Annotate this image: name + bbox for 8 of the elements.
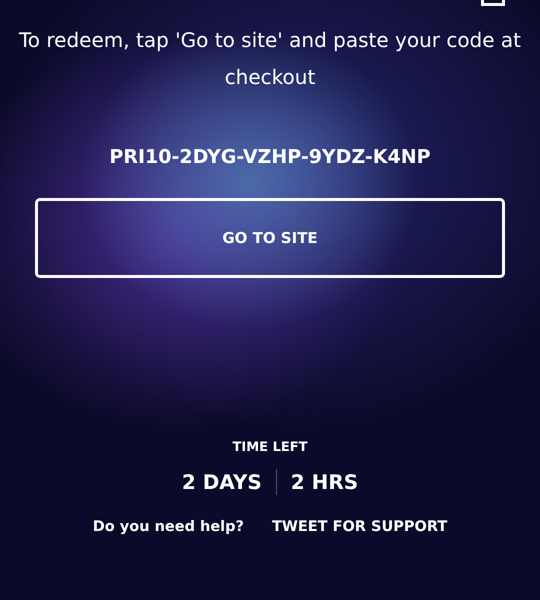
help-question: Do you need help? <box>92 519 244 535</box>
time-value: 2 HRS <box>290 470 358 494</box>
tweet-support-link[interactable]: TWEET FOR SUPPORT <box>272 519 448 535</box>
instructions-text: To redeem, tap 'Go to site' and paste your code at checkout <box>18 27 522 91</box>
time-left-label: TIME LEFT <box>232 440 308 455</box>
go-to-site-button[interactable]: GO TO SITE <box>35 198 505 278</box>
time-value: 2 DAYS <box>182 470 262 494</box>
promo-code: PRI10-2DYG-VZHP-9YDZ-K4NP <box>109 146 431 168</box>
